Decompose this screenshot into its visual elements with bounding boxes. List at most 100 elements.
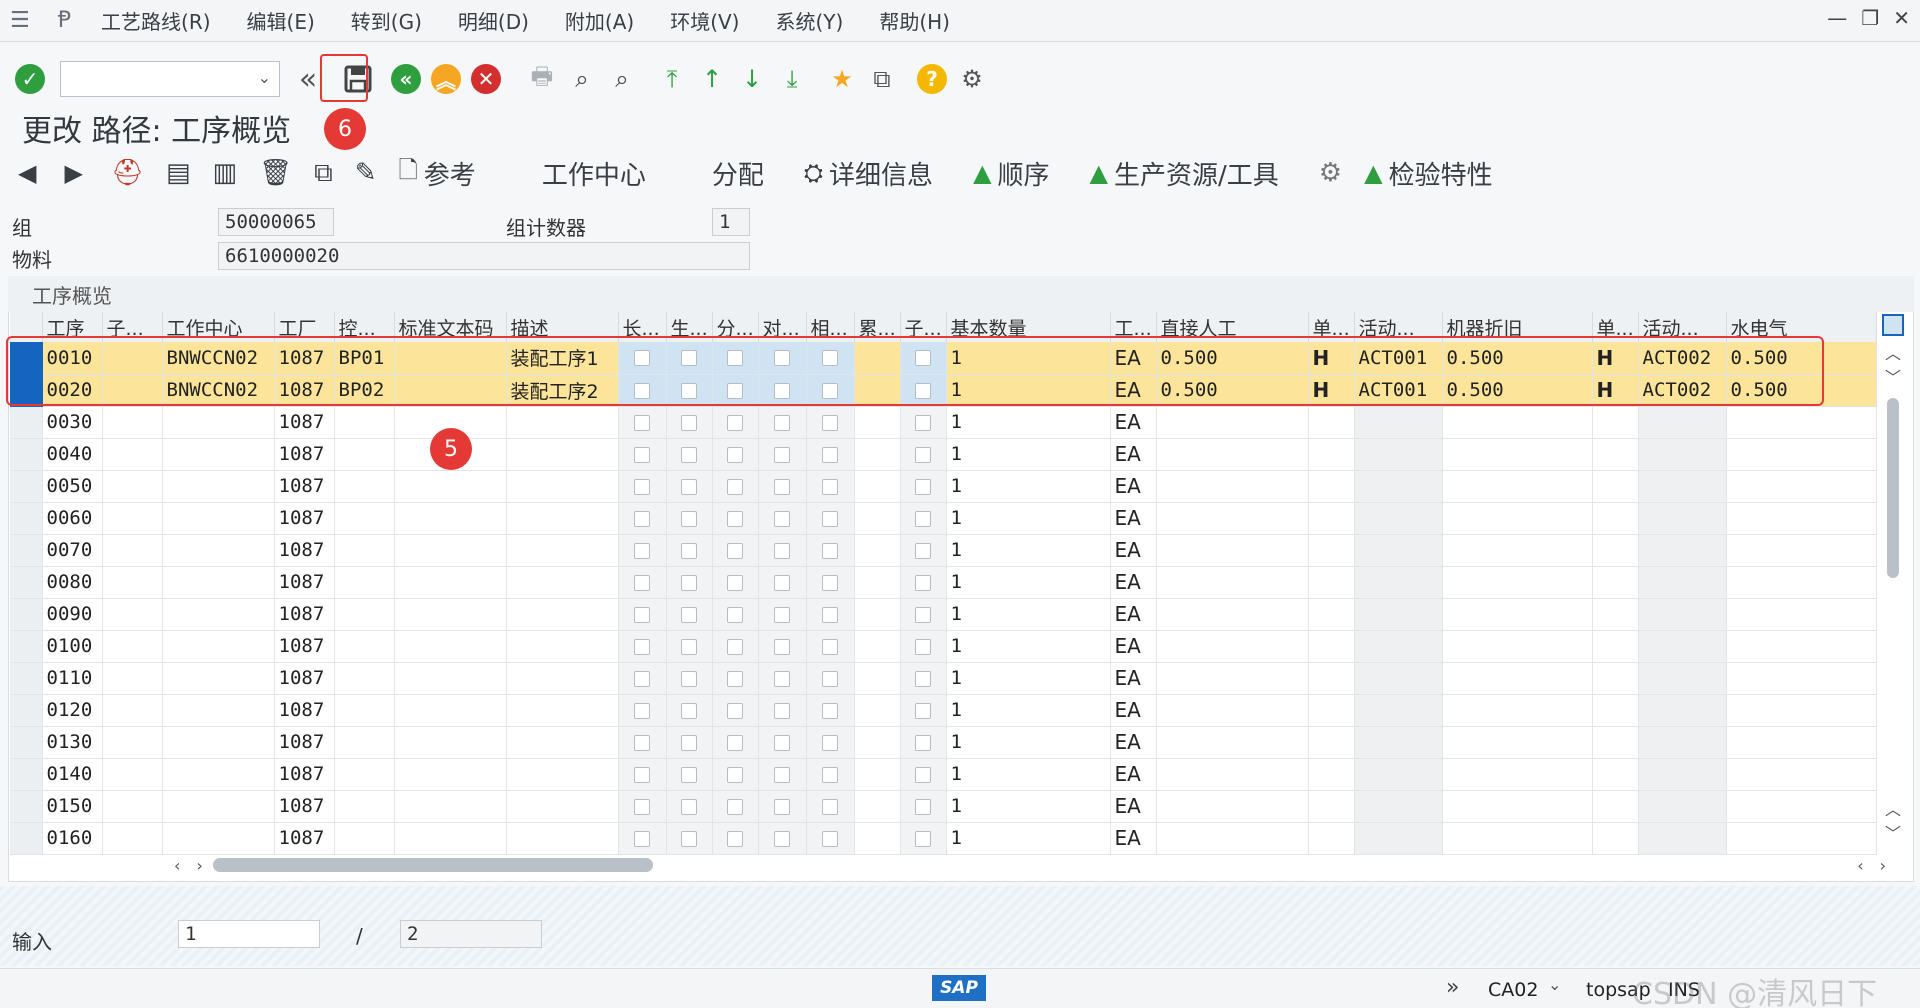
- checkbox[interactable]: [774, 574, 790, 591]
- scroll-down-small-icon[interactable]: ﹀: [1880, 364, 1906, 388]
- allocation-button[interactable]: 分配: [712, 155, 764, 192]
- inspection-button[interactable]: ▲ 检验特性: [1364, 155, 1492, 192]
- checkbox[interactable]: [915, 830, 931, 847]
- next-page-icon[interactable]: ↓: [734, 61, 770, 97]
- cell-standard-text[interactable]: [394, 534, 507, 567]
- checkbox[interactable]: [727, 702, 743, 719]
- checkbox[interactable]: [774, 414, 790, 431]
- cell-base-quantity[interactable]: 1: [946, 758, 1111, 791]
- cell-unit-1[interactable]: [1308, 470, 1355, 503]
- cell-checkbox[interactable]: [900, 374, 947, 407]
- cell-suboperation[interactable]: [102, 438, 163, 471]
- cell-unit-2[interactable]: H: [1592, 342, 1639, 375]
- cell-description[interactable]: [506, 694, 619, 727]
- cancel-button[interactable]: ✕: [468, 61, 504, 97]
- cell-unit-1[interactable]: H: [1308, 342, 1355, 375]
- cell-direct-labor[interactable]: [1156, 694, 1309, 727]
- row-selector[interactable]: [10, 374, 43, 407]
- row-selector[interactable]: [10, 822, 43, 855]
- cell-operation[interactable]: 0080: [42, 566, 103, 599]
- exit-button[interactable]: ︽: [428, 61, 464, 97]
- restore-icon[interactable]: ❐: [1861, 6, 1879, 30]
- checkbox[interactable]: [774, 446, 790, 463]
- col-header-activity-1[interactable]: 活动...: [1354, 312, 1443, 342]
- cell-description[interactable]: [506, 566, 619, 599]
- cell-machine-depreciation[interactable]: [1442, 758, 1593, 791]
- cell-checkbox[interactable]: [806, 726, 855, 759]
- cell-direct-labor[interactable]: [1156, 438, 1309, 471]
- cell-machine-depreciation[interactable]: [1442, 822, 1593, 855]
- cell-unit[interactable]: EA: [1110, 342, 1157, 375]
- cell-direct-labor[interactable]: [1156, 662, 1309, 695]
- cell-activity-1[interactable]: [1354, 598, 1443, 631]
- checkbox[interactable]: [727, 382, 743, 399]
- checkbox[interactable]: [822, 798, 838, 815]
- cell-machine-depreciation[interactable]: [1442, 470, 1593, 503]
- cell-machine-depreciation[interactable]: [1442, 790, 1593, 823]
- cell-machine-depreciation[interactable]: [1442, 694, 1593, 727]
- row-selector[interactable]: [10, 694, 43, 727]
- cell-unit-2[interactable]: [1592, 662, 1639, 695]
- checkbox[interactable]: [822, 702, 838, 719]
- cell-checkbox[interactable]: [666, 406, 713, 439]
- checkbox[interactable]: [774, 606, 790, 623]
- cell-checkbox[interactable]: [806, 790, 855, 823]
- checkbox[interactable]: [681, 350, 697, 367]
- cell-unit-1[interactable]: [1308, 662, 1355, 695]
- cell-activity-2[interactable]: ACT002: [1638, 342, 1727, 375]
- cell-unit[interactable]: EA: [1110, 758, 1157, 791]
- cell-checkbox[interactable]: [666, 790, 713, 823]
- checkbox[interactable]: [915, 766, 931, 783]
- cell-checkbox[interactable]: [758, 470, 807, 503]
- cell-machine-depreciation[interactable]: [1442, 406, 1593, 439]
- checkbox[interactable]: [774, 830, 790, 847]
- cell-control-key[interactable]: [334, 406, 395, 439]
- col-header-standard-text[interactable]: 标准文本码: [394, 312, 507, 342]
- checkbox[interactable]: [681, 542, 697, 559]
- table-row[interactable]: 0090 1087 1 EA: [10, 598, 1877, 631]
- cell-control-key[interactable]: [334, 534, 395, 567]
- cell-activity-1[interactable]: [1354, 470, 1443, 503]
- table-row[interactable]: 0060 1087 1 EA: [10, 502, 1877, 535]
- menu-environment[interactable]: 环境(V): [670, 6, 739, 35]
- cell-unit-2[interactable]: [1592, 534, 1639, 567]
- copy-icon[interactable]: ⧉: [314, 158, 333, 189]
- parking-icon[interactable]: Ᵽ: [58, 8, 71, 33]
- cell-unit-1[interactable]: [1308, 438, 1355, 471]
- cell-checkbox[interactable]: [666, 534, 713, 567]
- cell-operation[interactable]: 0090: [42, 598, 103, 631]
- cell-unit-1[interactable]: [1308, 630, 1355, 663]
- cell-checkbox[interactable]: [758, 630, 807, 663]
- cell-checkbox[interactable]: [900, 822, 947, 855]
- cell-control-key[interactable]: [334, 470, 395, 503]
- prev-page-icon[interactable]: ↑: [694, 61, 730, 97]
- first-page-icon[interactable]: ⤒: [654, 61, 690, 97]
- cell-machine-depreciation[interactable]: [1442, 630, 1593, 663]
- cell-activity-2[interactable]: [1638, 534, 1727, 567]
- cell-standard-text[interactable]: [394, 342, 507, 375]
- cell-utilities[interactable]: [1726, 758, 1877, 791]
- checkbox[interactable]: [822, 734, 838, 751]
- cell-checkbox[interactable]: [666, 598, 713, 631]
- cell-checkbox[interactable]: [712, 374, 759, 407]
- checkbox[interactable]: [774, 670, 790, 687]
- cell-base-quantity[interactable]: 1: [946, 438, 1111, 471]
- cell-standard-text[interactable]: [394, 630, 507, 663]
- new-session-icon[interactable]: ⧉: [864, 61, 900, 97]
- cell-checkbox[interactable]: [806, 406, 855, 439]
- cell-activity-1[interactable]: [1354, 502, 1443, 535]
- cell-work-center[interactable]: [162, 502, 275, 535]
- checkbox[interactable]: [727, 670, 743, 687]
- cell-activity-2[interactable]: [1638, 790, 1727, 823]
- cell-cumulative[interactable]: [854, 758, 901, 791]
- cell-checkbox[interactable]: [666, 822, 713, 855]
- row-selector[interactable]: [10, 342, 43, 375]
- sap-menu-icon[interactable]: ☰: [10, 8, 30, 33]
- checkbox[interactable]: [634, 638, 650, 655]
- row-selector[interactable]: [10, 438, 43, 471]
- cell-work-center[interactable]: [162, 534, 275, 567]
- cell-machine-depreciation[interactable]: [1442, 502, 1593, 535]
- checkbox[interactable]: [774, 638, 790, 655]
- command-field[interactable]: ⌄: [60, 61, 280, 97]
- cell-unit[interactable]: EA: [1110, 406, 1157, 439]
